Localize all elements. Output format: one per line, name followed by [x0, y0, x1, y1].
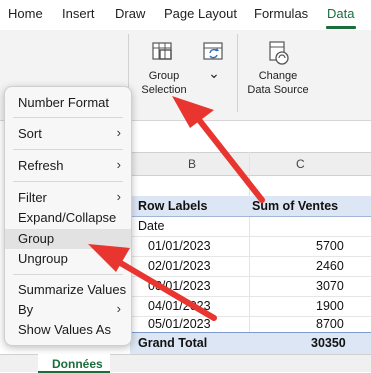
arrow-to-group-menu-item: [88, 244, 217, 321]
arrow-to-group-selection: [172, 96, 265, 203]
annotation-arrows: [88, 96, 265, 321]
